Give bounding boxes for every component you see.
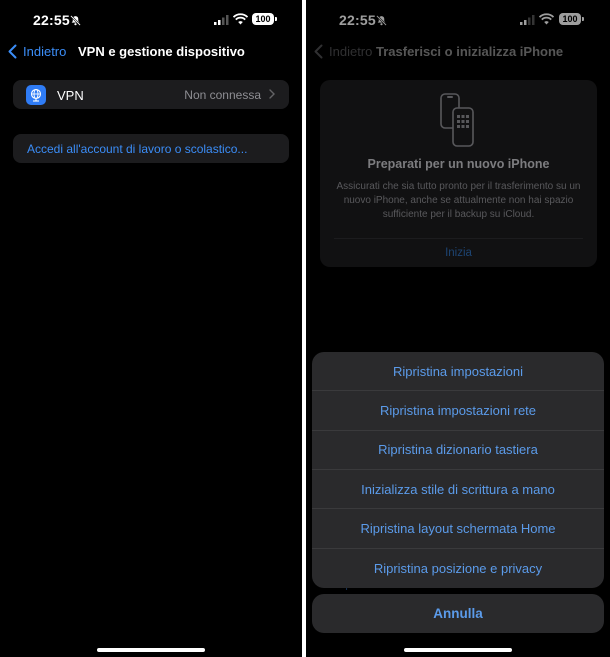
cancel-button[interactable]: Annulla xyxy=(312,594,604,633)
home-indicator[interactable] xyxy=(404,648,512,652)
work-account-label: Accedi all'account di lavoro o scolastic… xyxy=(27,142,248,156)
reset-network-settings-button[interactable]: Ripristina impostazioni rete xyxy=(312,391,604,431)
left-screen: 22:55 100 Indietro VPN e gestione dispos… xyxy=(0,0,302,657)
status-time: 22:55 xyxy=(33,12,70,28)
vpn-row[interactable]: VPN Non connessa xyxy=(13,80,289,109)
reset-handwriting-button[interactable]: Inizializza stile di scrittura a mano xyxy=(312,470,604,510)
page-title: VPN e gestione dispositivo xyxy=(78,44,245,59)
status-bar: 22:55 100 xyxy=(0,0,302,40)
signal-icon xyxy=(214,15,229,25)
home-indicator[interactable] xyxy=(97,648,205,652)
reset-action-sheet: Ripristina impostazioni Ripristina impos… xyxy=(312,352,604,588)
wifi-icon xyxy=(233,13,248,25)
reset-home-layout-button[interactable]: Ripristina layout schermata Home xyxy=(312,509,604,549)
back-chevron-icon xyxy=(8,44,17,59)
back-button[interactable]: Indietro xyxy=(8,44,66,59)
battery-icon: 100 xyxy=(252,13,277,25)
navigation-bar: Indietro VPN e gestione dispositivo xyxy=(0,40,302,64)
reset-keyboard-dictionary-button[interactable]: Ripristina dizionario tastiera xyxy=(312,431,604,470)
vpn-globe-icon xyxy=(26,85,46,105)
work-account-link[interactable]: Accedi all'account di lavoro o scolastic… xyxy=(13,134,289,163)
chevron-right-icon xyxy=(269,89,275,99)
vpn-label: VPN xyxy=(57,88,84,103)
right-screen: 22:55 100 Indietro Trasferisci o inizial… xyxy=(306,0,610,657)
back-label: Indietro xyxy=(23,44,67,59)
reset-settings-button[interactable]: Ripristina impostazioni xyxy=(312,352,604,392)
vpn-status: Non connessa xyxy=(184,88,261,102)
reset-location-privacy-button[interactable]: Ripristina posizione e privacy xyxy=(312,549,604,588)
silent-bell-icon xyxy=(70,15,81,26)
